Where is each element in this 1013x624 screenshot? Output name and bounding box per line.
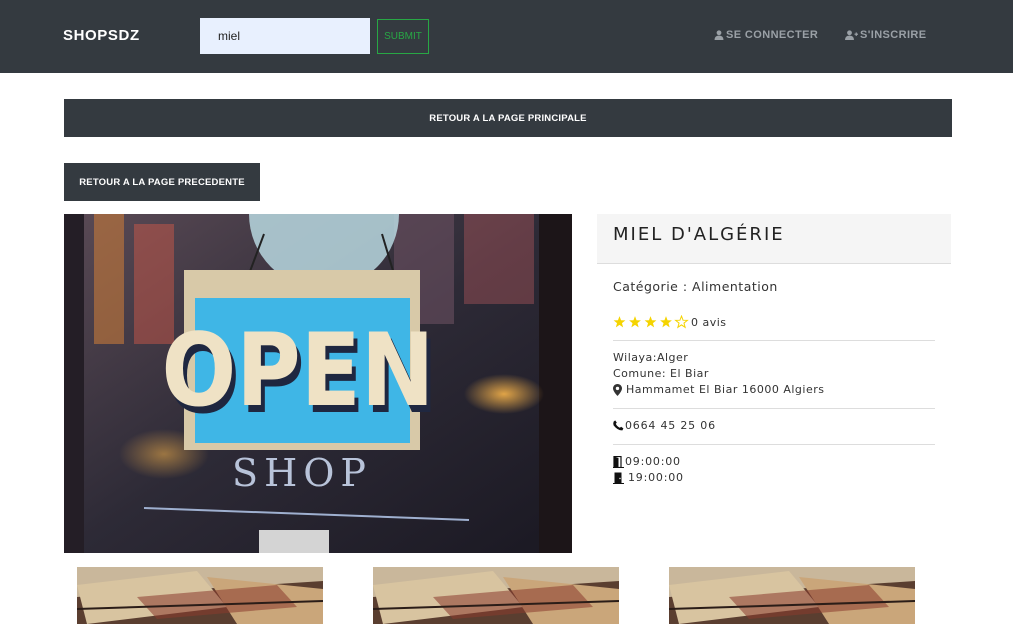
navbar: SHOPSDZ SUBMIT SE CONNECTER S'INSCRIRE bbox=[0, 0, 1013, 73]
register-link[interactable]: S'INSCRIRE bbox=[845, 29, 927, 41]
back-to-main-button[interactable]: RETOUR A LA PAGE PRINCIPALE bbox=[64, 99, 952, 137]
star-filled-icon bbox=[613, 316, 626, 328]
star-filled-icon bbox=[660, 316, 672, 328]
login-link[interactable]: SE CONNECTER bbox=[714, 29, 818, 41]
shop-address: Hammamet El Biar 16000 Algiers bbox=[613, 383, 824, 396]
door-closed-icon bbox=[613, 472, 624, 484]
divider bbox=[613, 444, 935, 445]
opening-time-text: 09:00:00 bbox=[625, 455, 681, 468]
closing-time: 19:00:00 bbox=[613, 471, 684, 484]
login-label: SE CONNECTER bbox=[726, 29, 819, 41]
divider bbox=[613, 340, 935, 341]
search-input[interactable] bbox=[200, 18, 370, 54]
product-card[interactable] bbox=[669, 567, 915, 624]
opening-time: 09:00:00 bbox=[613, 455, 681, 468]
back-to-previous-button[interactable]: RETOUR A LA PAGE PRECEDENTE bbox=[64, 163, 260, 201]
window-shop-text: SHOP bbox=[232, 451, 372, 495]
shop-category: Catégorie : Alimentation bbox=[613, 279, 778, 294]
rating: 0 avis bbox=[613, 315, 727, 329]
user-plus-icon bbox=[845, 30, 858, 40]
shop-photo: OPEN OPEN SHOP bbox=[64, 214, 572, 553]
phone-number[interactable]: 0664 45 25 06 bbox=[625, 419, 716, 432]
sign-open-text-highlight: OPEN bbox=[161, 312, 434, 429]
shop-wilaya: Wilaya:Alger bbox=[613, 351, 689, 364]
register-label: S'INSCRIRE bbox=[860, 29, 927, 41]
product-card[interactable] bbox=[77, 567, 323, 624]
door-open-icon bbox=[613, 455, 624, 468]
review-count: 0 avis bbox=[691, 315, 727, 329]
closing-time-text: 19:00:00 bbox=[628, 471, 684, 484]
address-text: Hammamet El Biar 16000 Algiers bbox=[626, 383, 825, 396]
star-filled-icon bbox=[644, 316, 657, 328]
star-empty-icon bbox=[674, 315, 689, 329]
phone-icon bbox=[613, 420, 624, 431]
shop-commune: Comune: El Biar bbox=[613, 367, 709, 380]
product-card[interactable] bbox=[373, 567, 619, 624]
submit-button[interactable]: SUBMIT bbox=[377, 19, 429, 54]
rating-stars bbox=[613, 315, 689, 329]
brand-logo[interactable]: SHOPSDZ bbox=[63, 27, 140, 44]
star-filled-icon bbox=[629, 316, 641, 328]
shop-header: MIEL D'ALGÉRIE bbox=[597, 214, 951, 264]
map-marker-icon bbox=[613, 383, 622, 396]
divider bbox=[613, 408, 935, 409]
shop-phone: 0664 45 25 06 bbox=[613, 419, 716, 432]
shop-title: MIEL D'ALGÉRIE bbox=[613, 224, 785, 245]
user-icon bbox=[714, 30, 724, 40]
